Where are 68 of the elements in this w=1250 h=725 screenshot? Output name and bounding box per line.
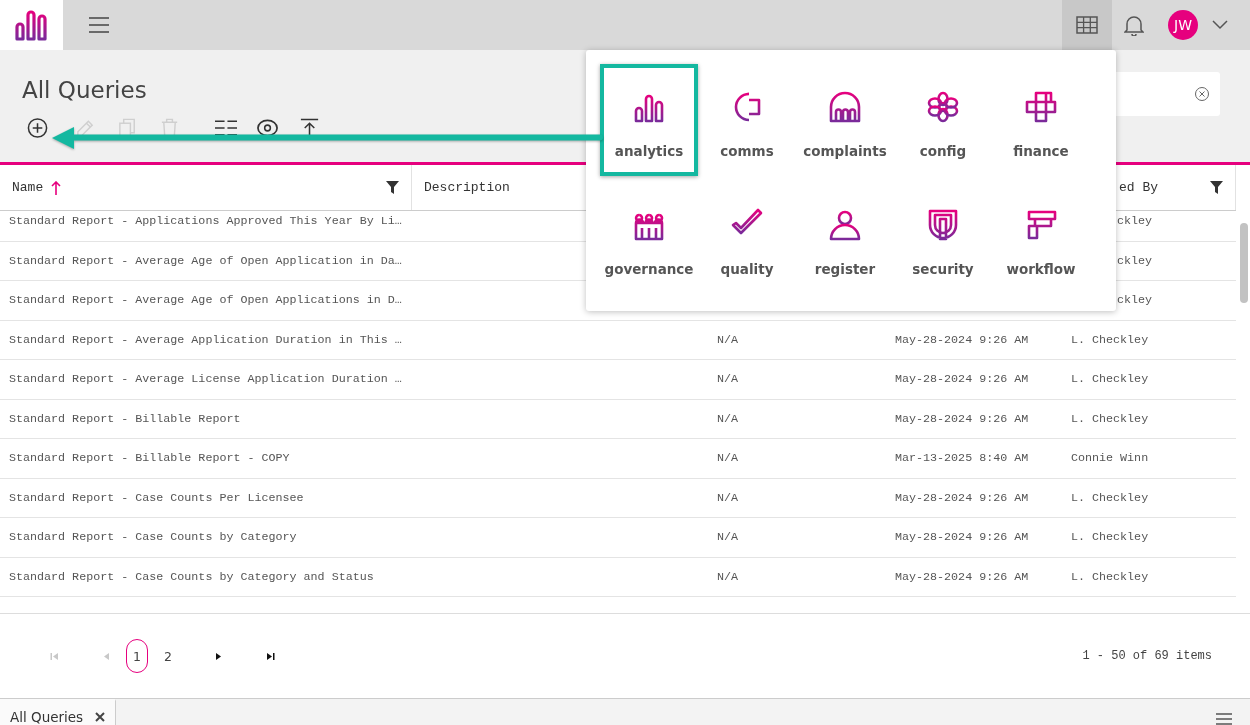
table-cell-text: L. Checkley [1070,490,1150,505]
table-cell-text: N/A [716,411,740,426]
table-cell-text: ckley [1116,214,1154,229]
table-cell-text: Standard Report - Case Counts by Category [8,530,298,545]
table-cell-text: Standard Report - Billable Report - COPY [8,451,291,466]
app-tile[interactable]: finance [992,64,1090,176]
user-avatar[interactable]: JW [1168,10,1198,40]
grid-shape-icon [1023,89,1059,125]
scrollbar-thumb[interactable] [1240,223,1248,303]
app-tile[interactable]: comms [698,64,796,176]
table-cell-text: Standard Report - Average License Application Duration … [8,372,403,387]
table-cell-text: Mar-13-2025 8:40 AM [894,451,1030,466]
close-icon[interactable] [95,712,106,722]
next-page-icon[interactable] [213,651,223,661]
page-title: All Queries [22,76,147,104]
user-menu-caret-icon[interactable] [1210,18,1230,32]
table-cell-text: Connie Winn [1070,451,1150,466]
app-tile[interactable]: security [894,182,992,294]
table-cell-text: Standard Report - Average Age of Open Application in Da… [8,253,403,268]
table-cell-text: L. Checkley [1070,530,1150,545]
app-tile[interactable]: config [894,64,992,176]
filter-icon[interactable] [386,181,399,194]
table-cell-text: Standard Report - Average Application Duration in This … [8,332,403,347]
flower-icon [925,89,961,125]
table-cell-text: L. Checkley [1070,332,1150,347]
add-button[interactable] [26,116,50,140]
column-header[interactable]: Name [12,180,44,195]
table-cell-text: L. Checkley [1070,569,1150,584]
table-cell-text: ckley [1116,293,1154,308]
last-page-icon[interactable] [265,651,275,661]
table-cell-text: May-28-2024 9:26 AM [894,372,1030,387]
table-cell-text: Standard Report - Case Counts Per Licensee [8,490,305,505]
grid-icon [1076,16,1098,34]
clear-icon[interactable] [1194,86,1210,102]
table-cell-text: N/A [716,569,740,584]
table-cell-text: L. Checkley [1070,372,1150,387]
app-tile[interactable]: quality [698,182,796,294]
table-cell-text: May-28-2024 9:26 AM [894,332,1030,347]
logo-icon [14,9,49,41]
filter-icon[interactable] [1210,181,1223,194]
app-tile[interactable]: governance [600,182,698,294]
pagination-summary: 1 - 50 of 69 items [1082,649,1212,663]
table-cell-text: N/A [716,530,740,545]
sort-ascending-icon[interactable] [51,180,62,195]
table-cell-text: Standard Report - Applications Approved This Year By Li… [8,214,403,229]
table-cell-text: N/A [716,451,740,466]
table-cell-text: ckley [1116,253,1154,268]
arch-icon [827,89,863,125]
table-cell-text: N/A [716,332,740,347]
page-button[interactable]: 2 [157,639,179,673]
app-tile[interactable]: complaints [796,64,894,176]
table-cell-text: Standard Report - Case Counts by Category and Status [8,569,375,584]
table-cell-text: L. Checkley [1070,411,1150,426]
table-cell-text: May-28-2024 9:26 AM [894,530,1030,545]
table-cell-text: May-28-2024 9:26 AM [894,411,1030,426]
app-tile[interactable]: analytics [600,64,698,176]
table-cell-text: May-28-2024 9:26 AM [894,490,1030,505]
table-cell-text: N/A [716,372,740,387]
app-tile[interactable]: register [796,182,894,294]
table-cell-text: N/A [716,490,740,505]
menu-icon[interactable] [1216,713,1232,725]
table-cell-text: May-28-2024 9:26 AM [894,569,1030,584]
apps-grid-button[interactable] [1062,0,1112,50]
column-header[interactable]: Description [424,180,510,195]
table-cell-text: Standard Report - Billable Report [8,411,242,426]
column-header[interactable]: ed By [1119,180,1158,195]
app-tile[interactable]: workflow [992,182,1090,294]
table-cell-text: Standard Report - Average Age of Open Applications in D… [8,293,403,308]
